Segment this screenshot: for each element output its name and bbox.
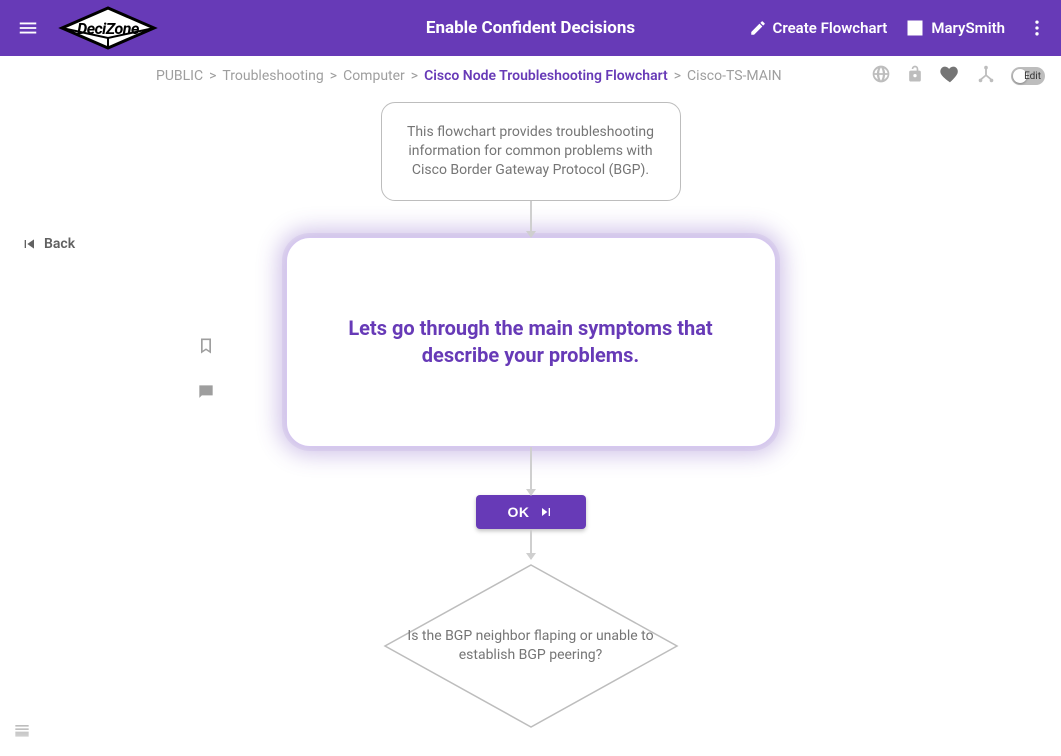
hamburger-icon: [17, 17, 39, 39]
breadcrumb-troubleshooting[interactable]: Troubleshooting: [222, 68, 323, 84]
back-button[interactable]: Back: [22, 236, 75, 252]
skip-next-icon: [538, 504, 554, 520]
comment-alert-icon: [196, 382, 216, 402]
appbar-actions: Create Flowchart MarySmith: [749, 10, 1051, 46]
user-name-label: MarySmith: [931, 19, 1005, 37]
breadcrumb-node: Cisco-TS-MAIN: [687, 68, 782, 84]
create-flowchart-label: Create Flowchart: [773, 19, 888, 37]
flow-column: This flowchart provides troubleshooting …: [271, 96, 791, 731]
lock-button[interactable]: [905, 64, 925, 88]
back-icon: [22, 236, 38, 252]
breadcrumb-sep: >: [674, 68, 681, 84]
breadcrumb-bar: PUBLIC > Troubleshooting > Computer > Ci…: [0, 56, 1061, 96]
ok-button[interactable]: OK: [476, 495, 586, 529]
ok-label: OK: [508, 504, 530, 520]
user-menu-button[interactable]: MarySmith: [905, 18, 1005, 38]
app-bar: DeciZone Enable Confident Decisions Crea…: [0, 0, 1061, 56]
breadcrumb-computer[interactable]: Computer: [343, 68, 405, 84]
visibility-button[interactable]: [871, 64, 891, 88]
breadcrumb-sep: >: [209, 68, 216, 84]
more-button[interactable]: [1023, 10, 1051, 46]
breadcrumb-public[interactable]: PUBLIC: [156, 68, 203, 84]
pencil-icon: [749, 19, 767, 37]
bookmark-button[interactable]: [196, 336, 216, 360]
flow-connector: [530, 529, 532, 559]
account-icon: [905, 18, 925, 38]
globe-icon: [871, 64, 891, 84]
flow-connector: [530, 447, 532, 495]
page-title: Enable Confident Decisions: [426, 18, 635, 38]
edit-toggle[interactable]: Edit: [1011, 67, 1045, 85]
flow-canvas: Back This flowchart provides troubleshoo…: [0, 96, 1061, 756]
bookmark-icon: [196, 336, 216, 356]
decision-text: Is the BGP neighbor flaping or unable to…: [406, 627, 656, 663]
breadcrumb-sep: >: [330, 68, 337, 84]
comment-button[interactable]: [196, 382, 216, 406]
node-side-tools: [196, 336, 216, 406]
breadcrumb-tools: Edit: [871, 63, 1045, 89]
share-button[interactable]: [975, 63, 997, 89]
breadcrumb: PUBLIC > Troubleshooting > Computer > Ci…: [156, 68, 782, 84]
breadcrumb-sep: >: [411, 68, 418, 84]
logo-text: DeciZone: [77, 19, 139, 38]
bottom-fade: [0, 728, 1061, 756]
intro-text: This flowchart provides troubleshooting …: [407, 124, 654, 178]
current-node-text: Lets go through the main symptoms that d…: [327, 315, 735, 369]
decision-node[interactable]: Is the BGP neighbor flaping or unable to…: [381, 561, 681, 731]
flow-connector: [530, 201, 532, 237]
menu-button[interactable]: [10, 10, 46, 46]
notes-panel-button[interactable]: [12, 720, 32, 744]
back-label: Back: [44, 236, 75, 252]
heart-icon: [939, 63, 961, 85]
edit-toggle-label: Edit: [1024, 71, 1041, 82]
intro-node[interactable]: This flowchart provides troubleshooting …: [381, 102, 681, 201]
app-logo[interactable]: DeciZone: [58, 4, 158, 52]
lock-open-icon: [905, 64, 925, 84]
breadcrumb-current-flowchart[interactable]: Cisco Node Troubleshooting Flowchart: [424, 68, 668, 84]
favorite-button[interactable]: [939, 63, 961, 89]
current-node[interactable]: Lets go through the main symptoms that d…: [286, 237, 776, 447]
more-vert-icon: [1027, 18, 1047, 38]
create-flowchart-button[interactable]: Create Flowchart: [749, 19, 888, 37]
notes-icon: [12, 720, 32, 740]
share-node-icon: [975, 63, 997, 85]
